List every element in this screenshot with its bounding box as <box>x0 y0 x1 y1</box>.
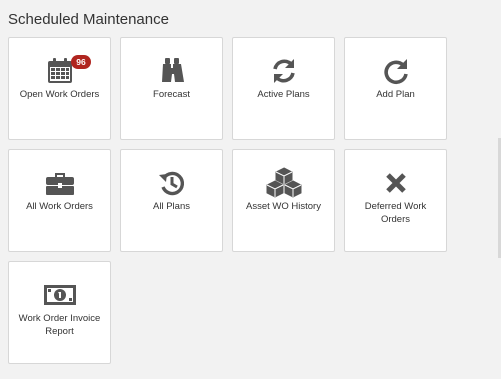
tile-label: Add Plan <box>376 89 415 100</box>
tile-label: Asset WO History <box>246 201 321 212</box>
tile-label: All Plans <box>153 201 190 212</box>
tile-deferred-work-orders[interactable]: Deferred Work Orders <box>344 149 447 252</box>
tile-forecast[interactable]: Forecast <box>120 37 223 140</box>
tile-open-work-orders[interactable]: 96 Open Work Orders <box>8 37 111 140</box>
tile-all-work-orders[interactable]: All Work Orders <box>8 149 111 252</box>
tile-label: Open Work Orders <box>19 89 100 100</box>
tile-label: Forecast <box>153 89 190 100</box>
calendar-icon <box>9 54 110 88</box>
tile-label: Work Order Invoice Report <box>18 313 101 337</box>
tile-label: All Work Orders <box>26 201 93 212</box>
tile-add-plan[interactable]: Add Plan <box>344 37 447 140</box>
tile-active-plans[interactable]: Active Plans <box>232 37 335 140</box>
tile-all-plans[interactable]: All Plans <box>120 149 223 252</box>
page: Scheduled Maintenance 96 Open Work Order… <box>0 0 501 379</box>
redo-icon <box>345 54 446 88</box>
refresh-icon <box>233 54 334 88</box>
binoculars-icon <box>121 54 222 88</box>
tile-work-order-invoice-report[interactable]: Work Order Invoice Report <box>8 261 111 364</box>
cubes-icon <box>233 166 334 200</box>
tile-label: Active Plans <box>257 89 310 100</box>
briefcase-icon <box>9 166 110 200</box>
open-work-orders-count-badge: 96 <box>71 55 91 69</box>
close-icon <box>345 166 446 200</box>
tile-asset-wo-history[interactable]: Asset WO History <box>232 149 335 252</box>
tile-label: Deferred Work Orders <box>364 201 427 225</box>
page-title: Scheduled Maintenance <box>8 11 169 28</box>
history-icon <box>121 166 222 200</box>
money-icon <box>9 278 110 312</box>
